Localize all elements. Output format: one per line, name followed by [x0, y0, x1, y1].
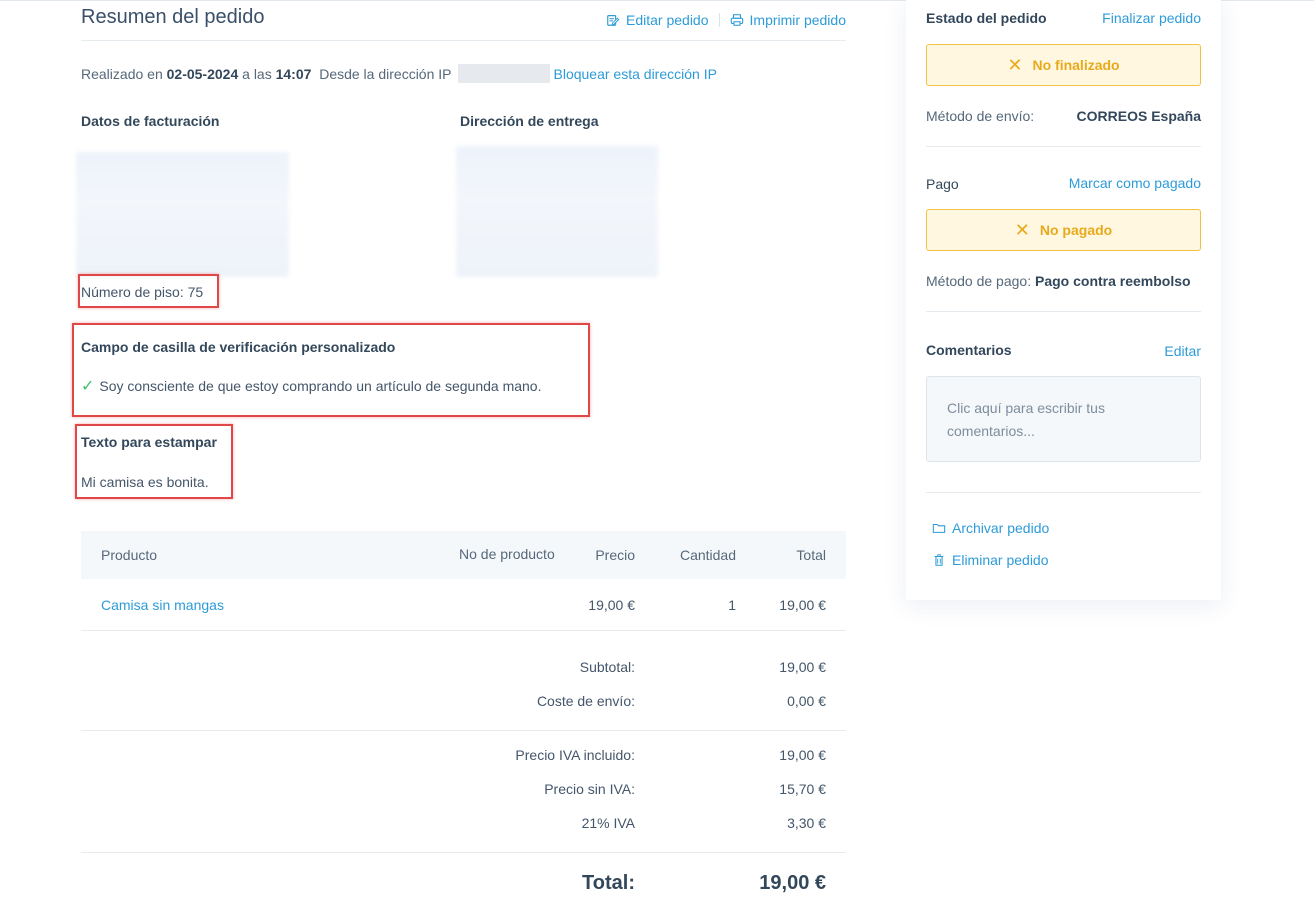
price-without-vat-row: Precio sin IVA: 15,70 € [81, 781, 846, 801]
finalize-order-link[interactable]: Finalizar pedido [1102, 10, 1201, 26]
product-quantity: 1 [728, 597, 736, 613]
divider [718, 13, 720, 27]
ip-address-redacted [457, 64, 550, 83]
payment-status-badge: ✕ No pagado [926, 209, 1201, 251]
header-actions: Editar pedido Imprimir pedido [606, 12, 846, 28]
vat-label: 21% IVA [581, 815, 635, 831]
custom-text-heading: Texto para estampar [81, 434, 217, 450]
billing-heading: Datos de facturación [81, 113, 220, 129]
billing-address-redacted [76, 152, 289, 277]
col-product: Producto [101, 547, 158, 563]
mark-as-paid-link[interactable]: Marcar como pagado [1069, 175, 1201, 191]
floor-number: Número de piso: 75 [81, 284, 204, 300]
order-sidebar: Estado del pedido Finalizar pedido ✕ No … [906, 0, 1221, 600]
close-icon: ✕ [1014, 219, 1030, 240]
trash-icon [934, 554, 944, 566]
vat-value: 3,30 € [787, 815, 826, 831]
divider [81, 852, 846, 853]
folder-icon [932, 523, 946, 533]
product-link[interactable]: Camisa sin mangas [101, 597, 224, 613]
archive-order-label: Archivar pedido [952, 520, 1050, 536]
subtotal-label: Subtotal: [579, 659, 635, 675]
payment-method-label: Método de pago: [926, 273, 1032, 289]
col-price: Precio [595, 547, 635, 563]
page-title: Resumen del pedido [81, 6, 265, 28]
divider [926, 146, 1201, 147]
edit-order-label: Editar pedido [626, 12, 709, 28]
shipping-heading: Dirección de entrega [460, 113, 599, 129]
custom-text-value: Mi camisa es bonita. [81, 474, 209, 490]
payment-method-value: Pago contra reembolso [1034, 273, 1191, 289]
payment-label: Pago [926, 176, 959, 192]
table-row: Camisa sin mangas 19,00 € 1 19,00 € [81, 579, 846, 631]
shipping-cost-value: 0,00 € [787, 693, 826, 709]
close-icon: ✕ [1007, 54, 1023, 75]
ip-label: Desde la dirección IP [319, 65, 452, 82]
at-label: a las [242, 65, 272, 82]
edit-comments-link[interactable]: Editar [1164, 343, 1201, 359]
order-meta: Realizado en 02-05-2024 a las 14:07 Desd… [81, 64, 717, 83]
subtotal-row: Subtotal: 19,00 € [81, 659, 846, 679]
shipping-address-redacted [456, 146, 658, 277]
check-icon: ✓ [81, 378, 95, 395]
shipping-method-row: Método de envío: CORREOS España [926, 108, 1201, 124]
vat-row: 21% IVA 3,30 € [81, 815, 846, 835]
col-total: Total [796, 547, 826, 563]
order-time: 14:07 [275, 65, 312, 82]
product-price: 19,00 € [588, 597, 635, 613]
delete-order-link[interactable]: Eliminar pedido [932, 552, 1049, 568]
vat-included-row: Precio IVA incluido: 19,00 € [81, 747, 846, 767]
order-header: Resumen del pedido Editar pedido Imprimi… [81, 6, 846, 41]
payment-method-row: Método de pago: Pago contra reembolso [926, 273, 1201, 289]
shipping-method-value: CORREOS España [1076, 108, 1201, 124]
grand-total-value: 19,00 € [759, 872, 826, 894]
order-status-badge: ✕ No finalizado [926, 44, 1201, 86]
block-ip-link[interactable]: Bloquear esta dirección IP [554, 66, 717, 82]
delete-order-label: Eliminar pedido [952, 552, 1049, 568]
divider [81, 730, 846, 731]
custom-checkbox-heading: Campo de casilla de verificación persona… [81, 339, 396, 355]
custom-checkbox-value: ✓ Soy consciente de que estoy comprando u… [81, 376, 541, 396]
shipping-cost-row: Coste de envío: 0,00 € [81, 693, 846, 713]
order-date: 02-05-2024 [166, 65, 239, 82]
shipping-cost-label: Coste de envío: [536, 693, 635, 709]
divider [926, 311, 1201, 312]
col-quantity: Cantidad [679, 547, 736, 563]
custom-checkbox-text: Soy consciente de que estoy comprando un… [99, 378, 542, 394]
price-without-vat-value: 15,70 € [779, 781, 826, 797]
order-status-label: Estado del pedido [926, 10, 1047, 26]
price-without-vat-label: Precio sin IVA: [544, 781, 635, 797]
divider [926, 492, 1201, 493]
comments-textarea[interactable]: Clic aquí para escribir tus comentarios.… [926, 376, 1201, 462]
grand-total-row: Total: 19,00 € [81, 872, 846, 898]
payment-status-text: No pagado [1039, 222, 1113, 238]
printer-icon [730, 14, 743, 26]
col-sku: No de producto [459, 546, 555, 562]
table-header: Producto No de producto Precio Cantidad … [81, 531, 846, 579]
comments-label: Comentarios [926, 342, 1012, 358]
vat-included-value: 19,00 € [779, 747, 826, 763]
edit-order-link[interactable]: Editar pedido [606, 12, 709, 28]
vat-included-label: Precio IVA incluido: [515, 747, 635, 763]
edit-icon [607, 15, 620, 26]
products-table: Producto No de producto Precio Cantidad … [81, 531, 846, 631]
grand-total-label: Total: [582, 872, 635, 894]
archive-order-link[interactable]: Archivar pedido [932, 520, 1049, 536]
print-order-label: Imprimir pedido [749, 12, 846, 28]
print-order-link[interactable]: Imprimir pedido [730, 12, 846, 28]
product-total: 19,00 € [779, 597, 826, 613]
highlight-box [72, 323, 590, 417]
placed-on-label: Realizado en [81, 65, 163, 82]
shipping-method-label: Método de envío: [926, 108, 1035, 124]
subtotal-value: 19,00 € [779, 659, 826, 675]
order-status-text: No finalizado [1032, 57, 1120, 73]
